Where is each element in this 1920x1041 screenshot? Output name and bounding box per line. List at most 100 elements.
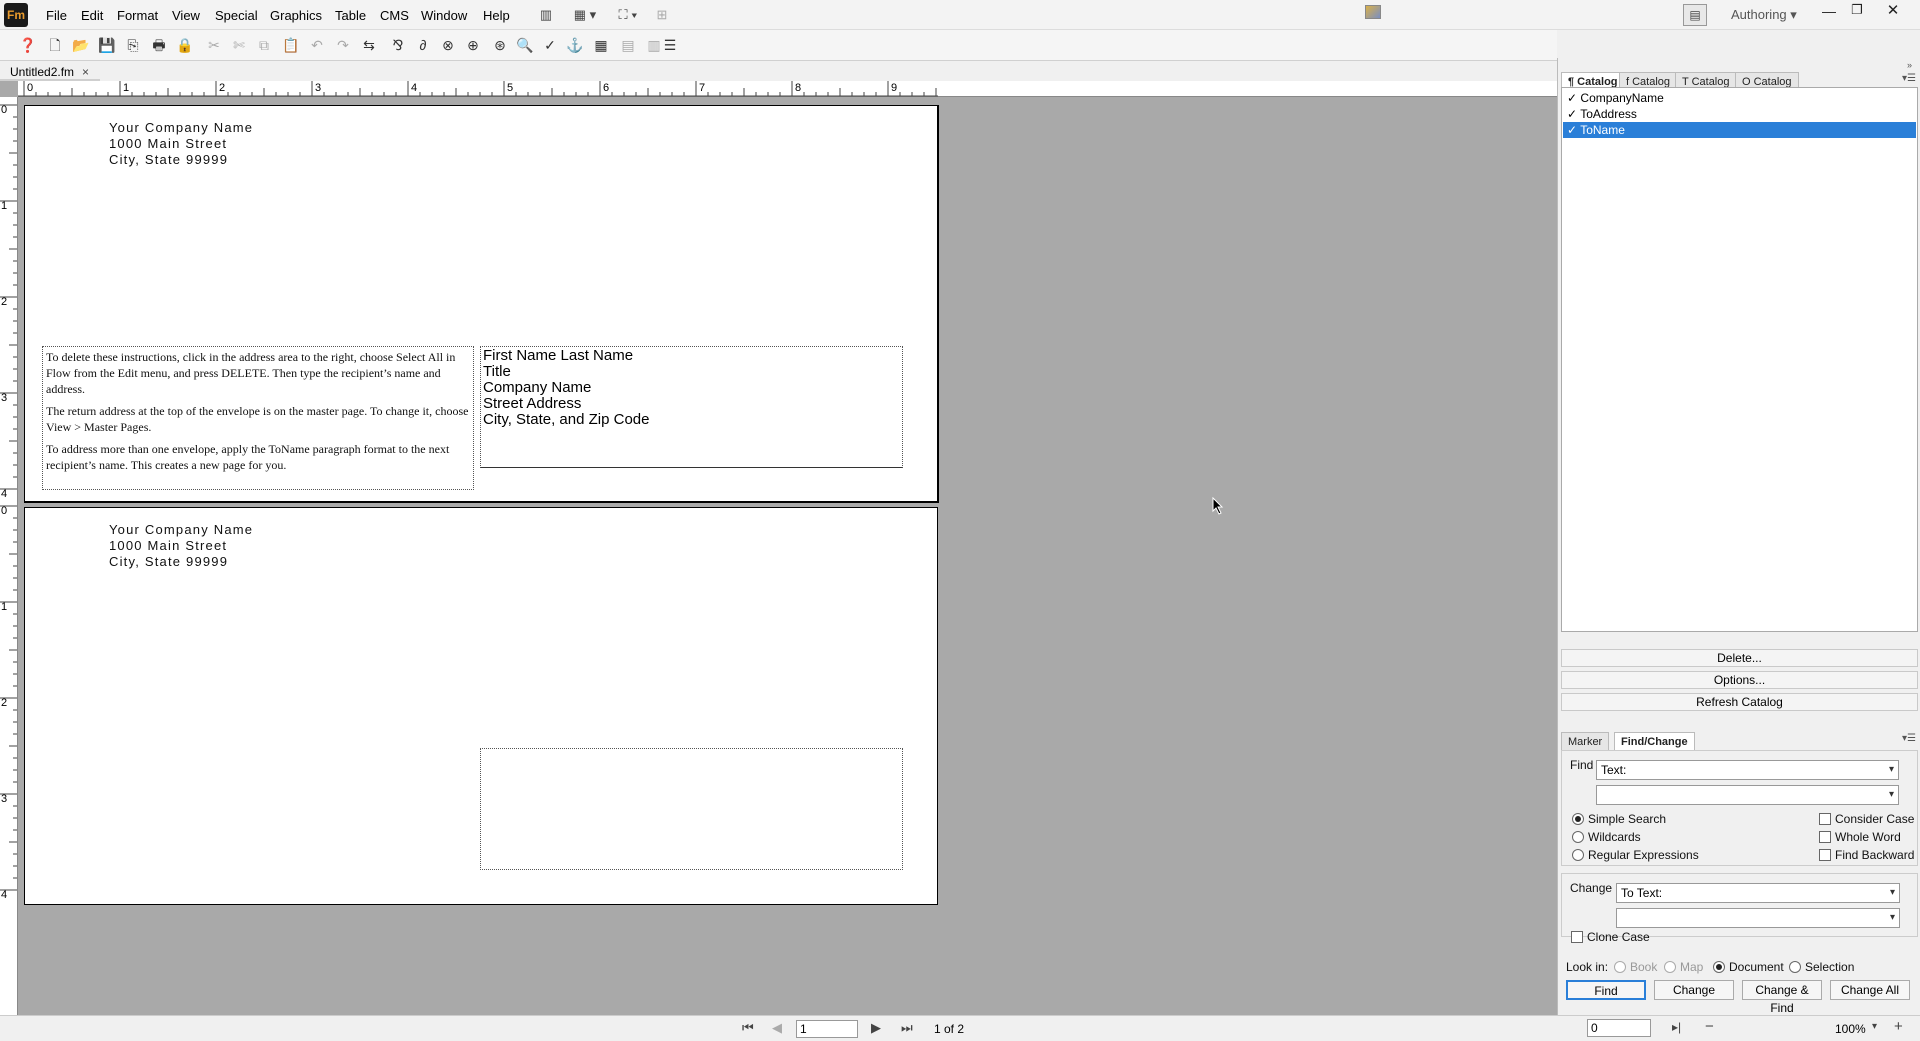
look-in-book-radio[interactable] — [1614, 961, 1626, 973]
repeat-icon[interactable]: ⇆ — [359, 35, 379, 55]
recipient-title-text[interactable]: Title — [483, 364, 900, 380]
wildcards-radio[interactable] — [1572, 831, 1584, 843]
minimize-icon[interactable]: — — [1818, 3, 1840, 21]
cut-alt-icon[interactable]: ✄ — [229, 35, 249, 55]
menu-format[interactable]: Format — [117, 8, 158, 23]
close-window-icon[interactable]: ✕ — [1882, 1, 1904, 19]
recipient-name-text[interactable]: First Name Last Name — [483, 348, 900, 364]
insert-variable-icon[interactable]: ⊗ — [438, 35, 458, 55]
cross-reference-icon[interactable]: ⊕ — [463, 35, 483, 55]
close-tab-icon[interactable]: × — [82, 65, 89, 79]
panel-menu-icon[interactable]: ▾☰ — [1902, 73, 1916, 84]
menu-file[interactable]: File — [46, 8, 67, 23]
toggle-view-icon[interactable]: ▸| — [1672, 1020, 1681, 1034]
document-canvas[interactable]: 0 1 2 3 4 5 6 7 8 9 0 1 2 3 4 0 1 2 3 4 … — [0, 81, 1557, 1015]
instructions-frame[interactable]: To delete these instructions, click in t… — [42, 346, 474, 490]
print-icon[interactable]: 🖶 — [149, 35, 169, 55]
layout-toggle-icon[interactable]: ▥ — [534, 6, 558, 24]
restore-icon[interactable]: ❐ — [1846, 2, 1868, 20]
redo-icon[interactable]: ↷ — [333, 35, 353, 55]
cut-icon[interactable]: ✂ — [204, 35, 224, 55]
change-type-select[interactable]: To Text: ▾ — [1616, 883, 1900, 903]
spellcheck-icon[interactable]: ⅋ — [388, 35, 408, 55]
change-button[interactable]: Change — [1654, 980, 1734, 1000]
vertical-ruler: 0 1 2 3 4 0 1 2 3 4 — [0, 97, 18, 1015]
open-folder-icon[interactable]: 📂 — [71, 35, 91, 55]
anchor-icon[interactable]: ⚓ — [565, 35, 585, 55]
tab-find-change[interactable]: Find/Change — [1614, 732, 1695, 750]
find-button[interactable]: Find — [1566, 980, 1646, 1000]
undo-icon[interactable]: ↶ — [307, 35, 327, 55]
menu-help[interactable]: Help — [483, 8, 510, 23]
menu-graphics[interactable]: Graphics — [270, 8, 322, 23]
zoom-out-icon[interactable]: − — [1705, 1018, 1714, 1035]
table-grid-icon[interactable]: ▤ — [618, 35, 638, 55]
panel-collapse-icon[interactable]: » — [1907, 60, 1912, 70]
find-text-input[interactable]: ▾ — [1596, 785, 1899, 805]
abc-check-icon[interactable]: ✓ — [540, 35, 560, 55]
save-as-icon[interactable]: ⎘ — [123, 35, 143, 55]
simple-search-radio[interactable] — [1572, 813, 1584, 825]
delete-button[interactable]: Delete... — [1561, 649, 1918, 667]
recipient-address-frame-2[interactable] — [480, 748, 903, 870]
menu-view[interactable]: View — [172, 8, 200, 23]
recipient-city-text[interactable]: City, State, and Zip Code — [483, 412, 900, 428]
menu-window[interactable]: Window — [421, 8, 467, 23]
page-1[interactable]: Your Company Name 1000 Main Street City,… — [24, 105, 939, 503]
find-icon[interactable]: 🔍 — [515, 35, 535, 55]
last-page-icon[interactable]: ⏭ — [901, 1020, 913, 1036]
look-in-document-radio[interactable] — [1713, 961, 1725, 973]
look-in-selection-radio[interactable] — [1789, 961, 1801, 973]
catalog-item[interactable]: ✓ CompanyName — [1563, 90, 1916, 106]
copy-icon[interactable]: ⧉ — [254, 35, 274, 55]
status-input[interactable]: 0 — [1587, 1019, 1651, 1037]
insert-symbol-icon[interactable]: ∂ — [413, 35, 433, 55]
whole-word-checkbox[interactable] — [1819, 831, 1831, 843]
tab-marker[interactable]: Marker — [1561, 732, 1610, 750]
look-in-map-radio[interactable] — [1664, 961, 1676, 973]
change-all-button[interactable]: Change All — [1830, 980, 1910, 1000]
clone-case-checkbox[interactable] — [1571, 931, 1583, 943]
catalog-item[interactable]: ✓ ToAddress — [1563, 106, 1916, 122]
recipient-company-text[interactable]: Company Name — [483, 380, 900, 396]
consider-case-checkbox[interactable] — [1819, 813, 1831, 825]
page-2[interactable]: Your Company Name 1000 Main Street City,… — [24, 507, 938, 905]
catalog-list[interactable]: ✓ CompanyName ✓ ToAddress ✓ ToName — [1561, 87, 1918, 632]
find-backward-checkbox[interactable] — [1819, 849, 1831, 861]
help-icon[interactable]: ❓ — [18, 35, 38, 55]
first-page-icon[interactable]: ⏮ — [742, 1020, 754, 1036]
align-icon[interactable]: ☰ — [660, 35, 680, 55]
workspace-panel-icon[interactable]: ▤ — [1683, 4, 1707, 26]
catalog-item-selected[interactable]: ✓ ToName — [1563, 122, 1916, 138]
regex-radio[interactable] — [1572, 849, 1584, 861]
menu-special[interactable]: Special — [215, 8, 258, 23]
options-button[interactable]: Options... — [1561, 671, 1918, 689]
zoom-level-text[interactable]: 100% — [1835, 1022, 1866, 1036]
new-document-icon[interactable]: 🗋 — [45, 35, 65, 55]
next-page-icon[interactable]: ▶ — [871, 1020, 881, 1036]
table-insert-icon[interactable]: ▦ — [591, 35, 611, 55]
zoom-dropdown-icon[interactable]: ▾ — [1872, 1021, 1877, 1032]
menu-cms[interactable]: CMS — [380, 8, 409, 23]
previous-page-icon[interactable]: ◀ — [772, 1020, 782, 1036]
page-layout-dropdown-icon[interactable]: ▦ ▾ — [567, 6, 603, 24]
refresh-catalog-button[interactable]: Refresh Catalog — [1561, 693, 1918, 711]
document-tab[interactable]: Untitled2.fm × — [0, 61, 100, 81]
save-icon[interactable]: 💾 — [97, 35, 117, 55]
menu-table[interactable]: Table — [335, 8, 366, 23]
structure-view-icon[interactable]: ⊞ — [652, 6, 672, 24]
lock-icon[interactable]: 🔒 — [175, 35, 195, 55]
change-text-input[interactable]: ▾ — [1616, 908, 1900, 928]
menu-edit[interactable]: Edit — [81, 8, 103, 23]
page-number-input[interactable]: 1 — [796, 1020, 858, 1038]
zoom-fit-dropdown-icon[interactable]: ⛶ ▾ — [610, 6, 646, 24]
workspace-selector[interactable]: Authoring ▾ — [1731, 7, 1797, 23]
hyperlink-icon[interactable]: ⊛ — [490, 35, 510, 55]
change-and-find-button[interactable]: Change & Find — [1742, 980, 1822, 1015]
recipient-street-text[interactable]: Street Address — [483, 396, 900, 412]
findchange-menu-icon[interactable]: ▾☰ — [1902, 733, 1916, 744]
recipient-address-frame[interactable]: First Name Last Name Title Company Name … — [480, 346, 903, 468]
paste-icon[interactable]: 📋 — [281, 35, 301, 55]
find-type-select[interactable]: Text: ▾ — [1596, 760, 1899, 780]
zoom-in-icon[interactable]: + — [1894, 1018, 1903, 1035]
